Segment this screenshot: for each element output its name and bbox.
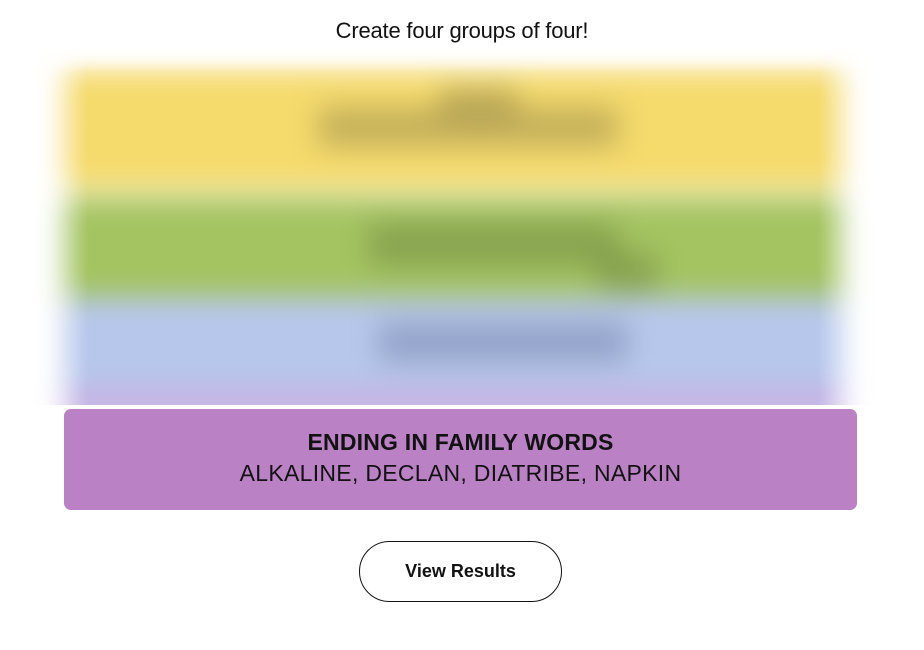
solved-group-title: ENDING IN FAMILY WORDS	[307, 429, 614, 455]
view-results-button[interactable]: View Results	[359, 541, 562, 602]
instructions-text: Create four groups of four!	[335, 18, 589, 43]
solved-group-members: ALKALINE, DECLAN, DIATRIBE, NAPKIN	[239, 460, 682, 486]
solved-group-purple: ENDING IN FAMILY WORDS ALKALINE, DECLAN,…	[64, 409, 857, 510]
connections-game-page: Create four groups of four! ENDING IN FA…	[0, 0, 924, 650]
board-edge-fade	[18, 47, 888, 405]
blurred-game-board	[18, 47, 888, 405]
